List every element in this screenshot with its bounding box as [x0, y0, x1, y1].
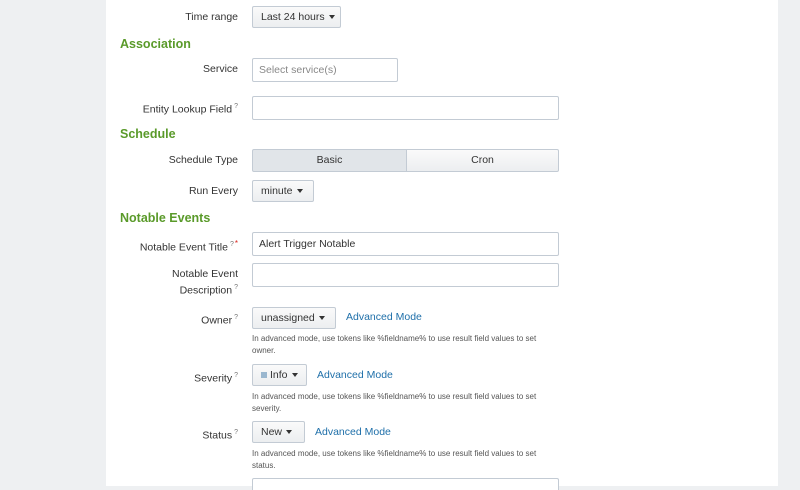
notable-title-input[interactable]: Alert Trigger Notable	[252, 232, 559, 256]
help-icon: ?	[234, 103, 238, 110]
help-icon: ?	[229, 241, 234, 248]
schedule-type-basic[interactable]: Basic	[252, 149, 407, 172]
notable-title-value: Alert Trigger Notable	[259, 238, 356, 250]
service-placeholder: Select service(s)	[259, 64, 337, 76]
run-every-dropdown[interactable]: minute	[252, 180, 314, 202]
notable-description-label: Notable Event	[172, 268, 238, 280]
owner-value: unassigned	[261, 312, 315, 324]
entity-lookup-label: Entity Lookup Field?	[142, 103, 238, 116]
owner-dropdown[interactable]: unassigned	[252, 307, 336, 329]
next-field-input-partial[interactable]	[252, 478, 559, 490]
service-select[interactable]: Select service(s)	[252, 58, 398, 82]
association-heading: Association	[120, 37, 191, 51]
help-icon: ?	[234, 284, 238, 291]
notable-description-input[interactable]	[252, 263, 559, 287]
time-range-label: Time range	[185, 11, 238, 23]
status-label: Status?	[202, 429, 238, 442]
time-range-dropdown[interactable]: Last 24 hours	[252, 6, 341, 28]
help-icon: ?	[234, 429, 238, 436]
caret-down-icon	[318, 316, 325, 321]
run-every-value: minute	[261, 185, 293, 197]
severity-dropdown[interactable]: Info	[252, 364, 307, 386]
owner-label: Owner?	[201, 314, 238, 327]
status-advanced-mode-link[interactable]: Advanced Mode	[315, 426, 391, 438]
severity-label: Severity?	[194, 372, 238, 385]
severity-help-text: In advanced mode, use tokens like %field…	[252, 392, 537, 413]
schedule-heading: Schedule	[120, 127, 176, 141]
owner-advanced-mode-link[interactable]: Advanced Mode	[346, 311, 422, 323]
service-label: Service	[202, 63, 238, 75]
notable-events-heading: Notable Events	[120, 211, 211, 225]
notable-description-label-2: Description?	[179, 284, 238, 297]
status-value: New	[261, 426, 283, 438]
required-indicator: *	[234, 239, 238, 248]
entity-lookup-input[interactable]	[252, 96, 559, 120]
severity-advanced-mode-link[interactable]: Advanced Mode	[317, 369, 393, 381]
owner-help-text: In advanced mode, use tokens like %field…	[252, 334, 537, 355]
severity-value: Info	[270, 369, 288, 381]
time-range-value: Last 24 hours	[261, 11, 325, 23]
caret-down-icon	[291, 373, 298, 378]
schedule-type-cron[interactable]: Cron	[406, 149, 559, 172]
severity-color-swatch	[261, 372, 267, 379]
status-help-text: In advanced mode, use tokens like %field…	[252, 449, 537, 470]
caret-down-icon	[296, 189, 303, 194]
caret-down-icon	[286, 430, 293, 435]
run-every-label: Run Every	[188, 185, 238, 197]
notable-title-label: Notable Event Title ?*	[139, 239, 238, 254]
caret-down-icon	[328, 15, 335, 20]
status-dropdown[interactable]: New	[252, 421, 305, 443]
schedule-type-label: Schedule Type	[168, 154, 238, 166]
help-icon: ?	[234, 314, 238, 321]
help-icon: ?	[234, 372, 238, 379]
